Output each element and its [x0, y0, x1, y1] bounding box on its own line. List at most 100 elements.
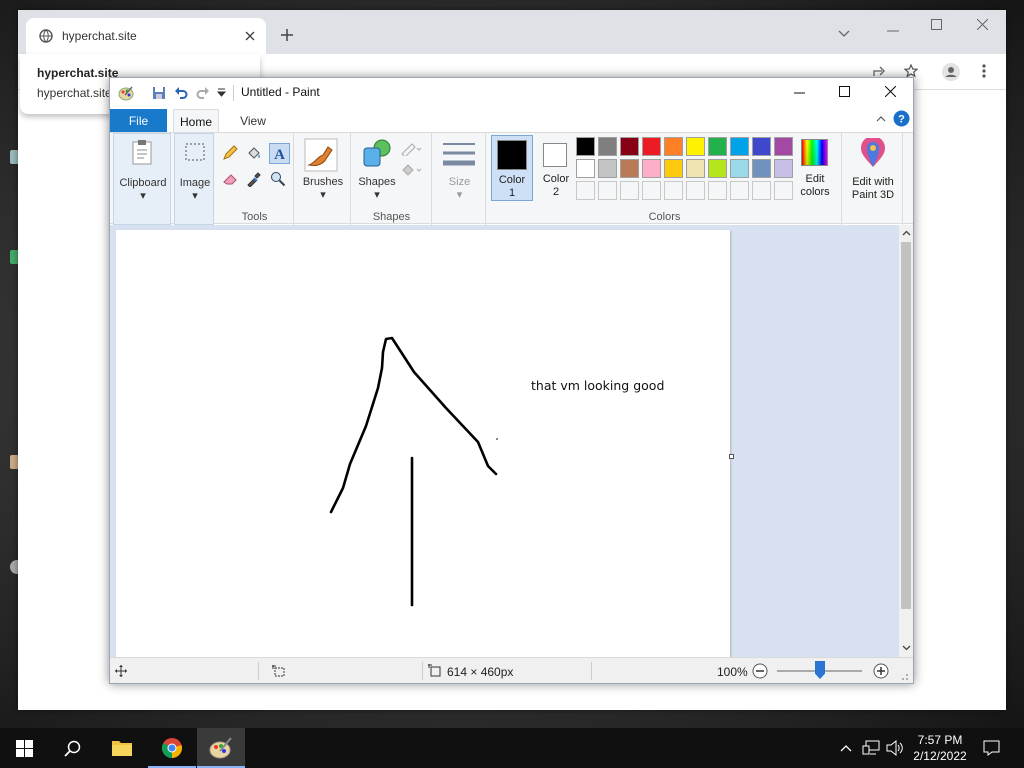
color-swatch[interactable] [752, 137, 771, 156]
color-swatch[interactable] [774, 137, 793, 156]
minimize-icon[interactable] [794, 92, 805, 94]
bookmark-star-icon[interactable] [904, 64, 918, 78]
menu-dots-icon[interactable] [982, 64, 986, 78]
close-tab-icon[interactable] [245, 31, 255, 41]
custom-color-slot[interactable] [620, 181, 639, 200]
vertical-scrollbar[interactable] [899, 225, 913, 657]
color-swatch[interactable] [730, 137, 749, 156]
shapes-button[interactable]: Shapes ▾ [352, 176, 402, 201]
color-swatch[interactable] [730, 159, 749, 178]
color-swatch[interactable] [708, 159, 727, 178]
custom-color-slot[interactable] [576, 181, 595, 200]
shapes-icon [363, 139, 391, 167]
custom-color-slot[interactable] [708, 181, 727, 200]
color-swatch[interactable] [686, 137, 705, 156]
color-swatch[interactable] [774, 159, 793, 178]
clipboard-button[interactable]: Clipboard ▾ [114, 177, 172, 202]
clock[interactable]: 7:57 PM 2/12/2022 [910, 732, 970, 764]
scroll-down-icon[interactable] [902, 645, 911, 651]
collapse-ribbon-icon[interactable] [876, 116, 886, 122]
clipboard-group: Clipboard ▾ [113, 133, 171, 225]
paint-taskbar-button[interactable] [197, 728, 245, 768]
browser-tab[interactable]: hyperchat.site [26, 18, 266, 54]
network-icon[interactable] [862, 740, 880, 756]
save-icon[interactable] [152, 86, 166, 100]
chevron-down-icon[interactable] [838, 30, 850, 38]
maximize-icon[interactable] [931, 19, 942, 30]
tab-view[interactable]: View [238, 109, 268, 132]
color-swatch[interactable] [576, 137, 595, 156]
tab-file[interactable]: File [110, 109, 167, 132]
resize-grip-icon[interactable] [899, 671, 909, 681]
custom-color-slot[interactable] [752, 181, 771, 200]
color-swatch[interactable] [686, 159, 705, 178]
zoom-in-icon[interactable] [873, 663, 889, 679]
notifications-icon[interactable] [983, 740, 1000, 756]
color-swatch[interactable] [752, 159, 771, 178]
close-window-icon[interactable] [977, 19, 988, 30]
brushes-icon [304, 138, 338, 172]
custom-color-slot[interactable] [686, 181, 705, 200]
image-group: Image ▾ [174, 133, 214, 225]
file-explorer-button[interactable] [98, 728, 146, 768]
help-icon[interactable]: ? [893, 110, 910, 127]
magnifier-icon[interactable] [270, 171, 286, 187]
new-tab-icon[interactable] [281, 29, 293, 41]
volume-icon[interactable] [886, 740, 904, 756]
maximize-icon[interactable] [839, 86, 850, 97]
color-swatch[interactable] [598, 159, 617, 178]
drawing-canvas[interactable]: that vm looking good [116, 230, 730, 657]
minimize-icon[interactable] [887, 30, 899, 32]
fill-bucket-icon[interactable] [246, 145, 262, 161]
tab-title: hyperchat.site [62, 29, 137, 43]
color-swatch[interactable] [642, 137, 661, 156]
color-swatch[interactable] [708, 137, 727, 156]
size-button[interactable]: Size ▾ [433, 176, 486, 201]
fill-icon[interactable] [400, 161, 422, 177]
color-swatch[interactable] [620, 159, 639, 178]
brushes-button[interactable]: Brushes ▾ [295, 176, 351, 201]
start-button[interactable] [0, 728, 48, 768]
scroll-up-icon[interactable] [902, 230, 911, 236]
edit-with-paint3d-button[interactable]: Edit with Paint 3D [842, 176, 904, 202]
color-swatch[interactable] [664, 159, 683, 178]
custom-color-slot[interactable] [664, 181, 683, 200]
color-swatch[interactable] [576, 159, 595, 178]
outline-icon[interactable] [400, 140, 422, 156]
scroll-thumb[interactable] [901, 242, 911, 609]
text-tool-icon[interactable]: A [269, 143, 290, 164]
color-picker-icon[interactable] [246, 171, 262, 187]
redo-icon[interactable] [196, 86, 210, 100]
colors-group-label: Colors [648, 211, 681, 223]
chrome-taskbar-button[interactable] [148, 728, 196, 768]
taskbar: 7:57 PM 2/12/2022 [0, 728, 1024, 768]
show-hidden-icons-icon[interactable] [840, 744, 852, 752]
tools-group-label: Tools [241, 211, 268, 223]
shapes-group: Shapes ▾ Shapes [352, 133, 432, 225]
image-button[interactable]: Image ▾ [175, 177, 215, 202]
canvas-area: that vm looking good [110, 225, 899, 657]
color-swatch[interactable] [598, 137, 617, 156]
color2-button[interactable]: Color 2 [536, 135, 578, 201]
search-button[interactable] [48, 728, 96, 768]
resize-handle[interactable] [729, 454, 734, 459]
zoom-slider-thumb[interactable] [815, 661, 825, 679]
custom-color-slot[interactable] [774, 181, 793, 200]
custom-color-slot[interactable] [642, 181, 661, 200]
custom-color-slot[interactable] [598, 181, 617, 200]
edit-colors-button[interactable]: Edit colors [795, 137, 835, 201]
customize-toolbar-icon[interactable] [217, 88, 226, 98]
color-swatch[interactable] [620, 137, 639, 156]
undo-icon[interactable] [174, 86, 188, 100]
color1-button[interactable]: Color 1 [491, 135, 533, 201]
profile-icon[interactable] [942, 63, 960, 81]
color-swatch[interactable] [642, 159, 661, 178]
color-swatch[interactable] [664, 137, 683, 156]
pencil-icon[interactable] [222, 145, 238, 161]
close-icon[interactable] [885, 86, 896, 97]
zoom-out-icon[interactable] [752, 663, 768, 679]
tab-home[interactable]: Home [173, 109, 219, 132]
custom-color-slot[interactable] [730, 181, 749, 200]
eraser-icon[interactable] [222, 171, 238, 187]
share-icon[interactable] [873, 65, 887, 77]
